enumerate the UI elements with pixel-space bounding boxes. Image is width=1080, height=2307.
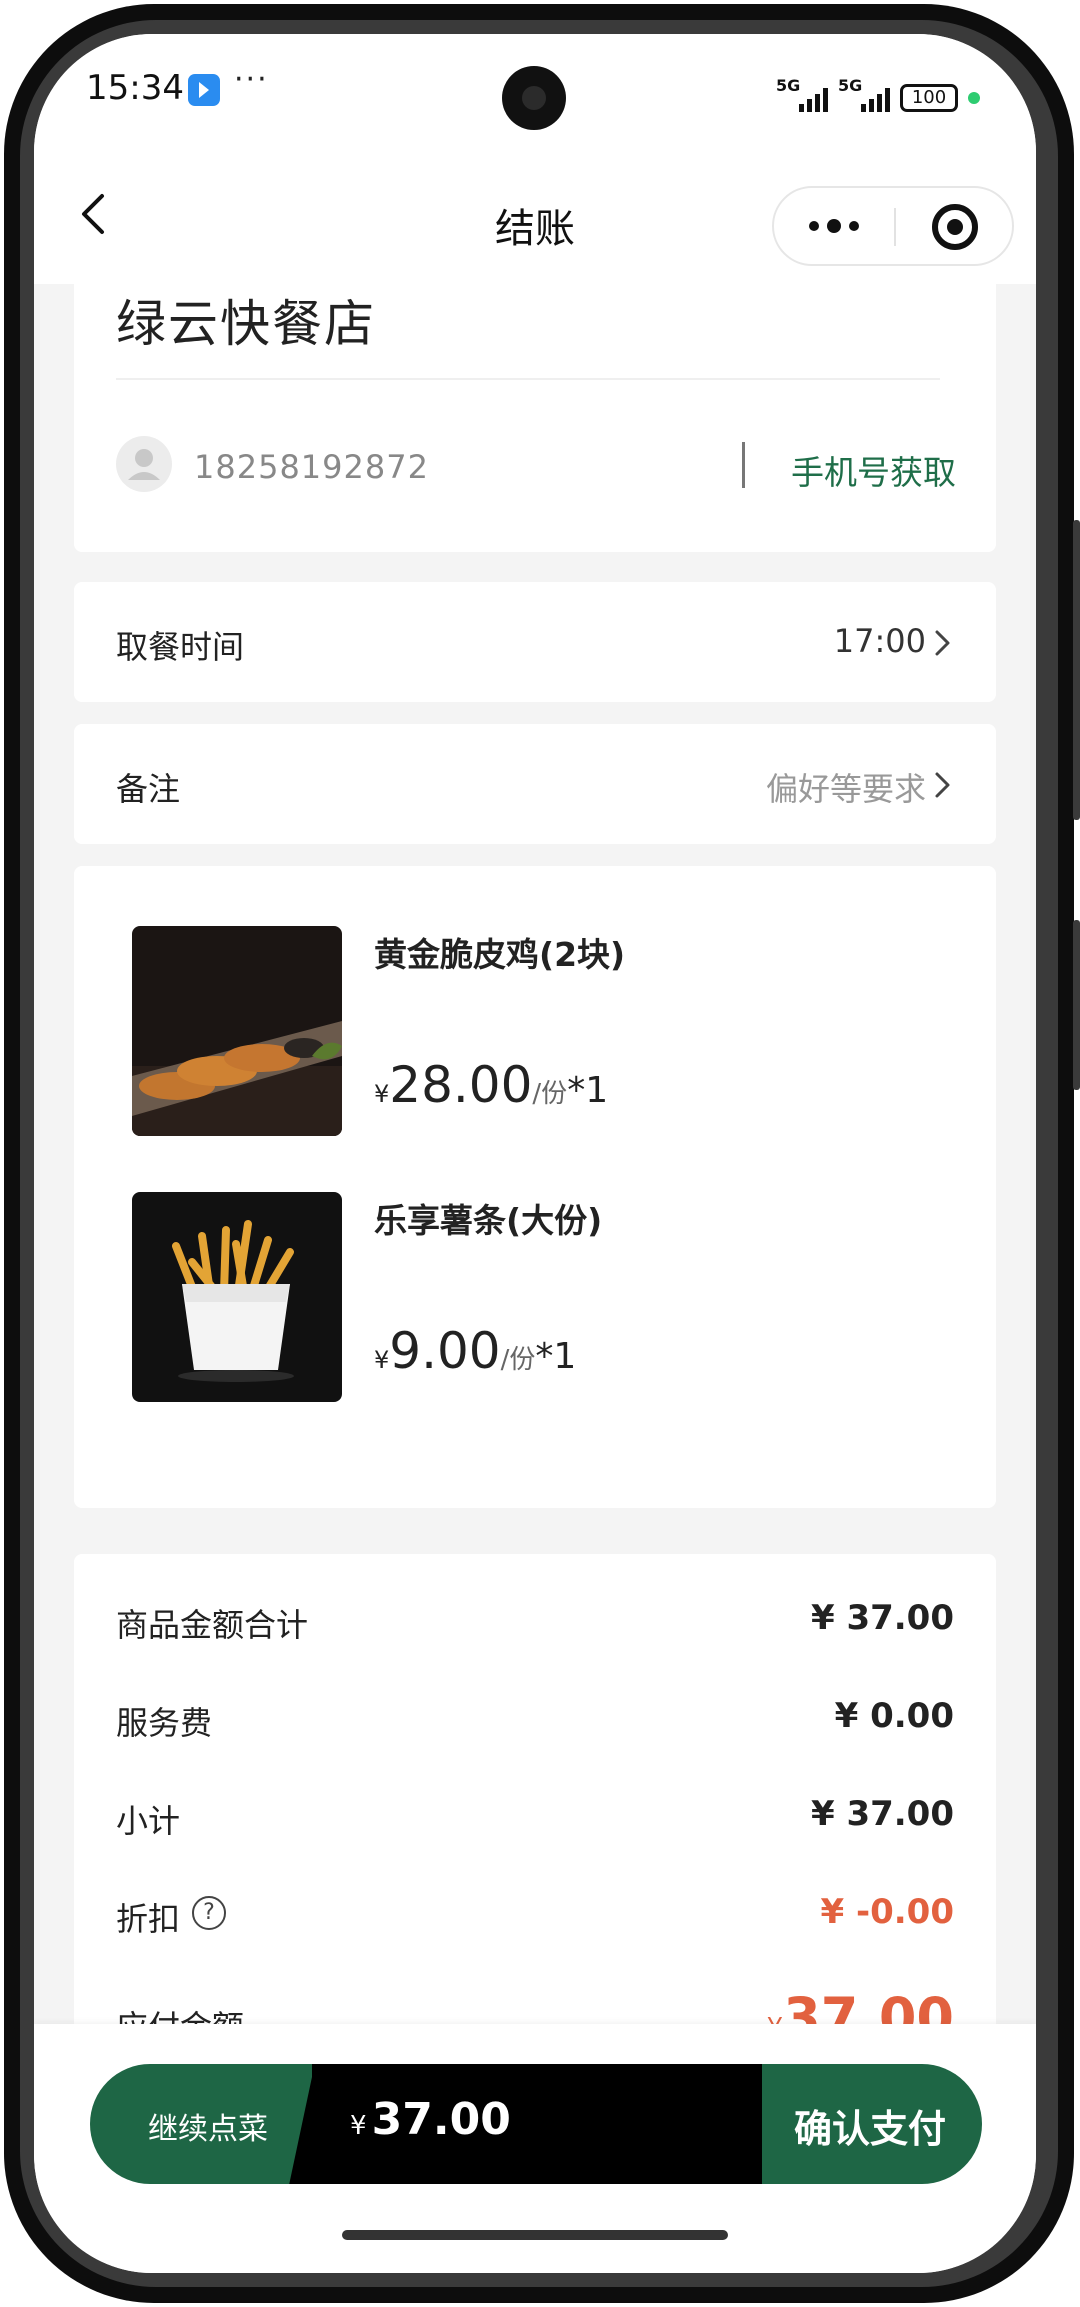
- confirm-payment-button[interactable]: 确认支付: [762, 2064, 982, 2184]
- status-bar: 15:34 ··· 5G 5G 100: [34, 34, 1036, 154]
- mini-program-capsule: [772, 186, 1014, 266]
- price-amount: 9.00: [389, 1322, 501, 1380]
- home-indicator[interactable]: [342, 2230, 728, 2240]
- app-notification-icon: [188, 74, 220, 106]
- pay-bar: 继续点菜 ¥ 37.00 确认支付: [90, 2064, 982, 2184]
- pickup-time-label: 取餐时间: [116, 628, 245, 666]
- status-time: 15:34: [86, 68, 184, 108]
- service-fee-label: 服务费: [116, 1704, 213, 1742]
- nav-bar: 结账: [34, 154, 1036, 284]
- battery-icon: 100: [900, 84, 958, 112]
- discount-row: 折扣 ? ¥ -0.00: [116, 1884, 954, 1944]
- discount-value: ¥ -0.00: [820, 1892, 955, 1932]
- signal-indicators: 5G 5G 100: [776, 72, 980, 112]
- remark-label: 备注: [116, 770, 181, 808]
- confirm-payment-label: 确认支付: [794, 2107, 947, 2151]
- list-item: 乐享薯条(大份) ¥9.00/份*1: [132, 1192, 932, 1402]
- volume-button: [1073, 520, 1080, 820]
- close-mini-program-button[interactable]: [932, 204, 978, 250]
- divider: [742, 442, 745, 488]
- order-total-display: ¥ 37.00: [312, 2064, 762, 2184]
- pickup-time-value: 17:00: [833, 622, 926, 660]
- chevron-right-icon: [935, 630, 950, 656]
- continue-ordering-label: 继续点菜: [148, 2112, 268, 2147]
- remark-placeholder: 偏好等要求: [765, 770, 926, 808]
- shop-name: 绿云快餐店: [116, 295, 376, 353]
- goods-total-label: 商品金额合计: [116, 1606, 309, 1644]
- price-unit: /份: [532, 1079, 568, 1109]
- charging-indicator: [968, 92, 980, 104]
- remark-row[interactable]: 备注 偏好等要求: [74, 724, 996, 844]
- user-avatar-icon: [116, 436, 172, 492]
- price-amount: 28.00: [389, 1056, 533, 1114]
- price-unit: /份: [500, 1345, 536, 1375]
- more-options-button[interactable]: [774, 188, 894, 264]
- price-summary-card: 商品金额合计 ¥ 37.00 服务费 ¥ 0.00 小计 ¥ 37.00 折扣 …: [74, 1554, 996, 2074]
- item-price: ¥9.00/份*1: [374, 1322, 576, 1380]
- help-icon[interactable]: ?: [192, 1896, 226, 1930]
- order-items-card: 黄金脆皮鸡(2块) ¥28.00/份*1 乐享薯条(大份) ¥9.00/份*1: [74, 866, 996, 1508]
- phone-number: 18258192872: [194, 448, 429, 486]
- subtotal-label: 小计: [116, 1802, 181, 1840]
- service-fee-row: 服务费 ¥ 0.00: [116, 1688, 954, 1748]
- fried-chicken-image: [132, 926, 342, 1136]
- goods-total-row: 商品金额合计 ¥ 37.00: [116, 1590, 954, 1650]
- item-name: 乐享薯条(大份): [374, 1201, 603, 1240]
- power-button: [1073, 920, 1080, 1090]
- network-type-label: 5G: [838, 76, 863, 95]
- item-name: 黄金脆皮鸡(2块): [374, 935, 626, 974]
- item-quantity: *1: [567, 1070, 609, 1111]
- subtotal-row: 小计 ¥ 37.00: [116, 1786, 954, 1846]
- item-price: ¥28.00/份*1: [374, 1056, 608, 1114]
- currency-symbol: ¥: [350, 2111, 367, 2141]
- list-item: 黄金脆皮鸡(2块) ¥28.00/份*1: [132, 926, 932, 1136]
- service-fee-value: ¥ 0.00: [834, 1696, 954, 1736]
- screen: 15:34 ··· 5G 5G 100 结账 绿云快餐店 18258192872…: [34, 34, 1036, 2273]
- more-notifications-indicator: ···: [234, 62, 269, 97]
- signal-5g-icon: 5G: [838, 76, 890, 112]
- chevron-right-icon: [935, 772, 950, 798]
- capsule-divider: [894, 208, 896, 246]
- checkout-bar: 继续点菜 ¥ 37.00 确认支付: [34, 2024, 1036, 2273]
- front-camera: [502, 66, 566, 130]
- order-total: ¥ 37.00: [350, 2094, 511, 2145]
- continue-ordering-button[interactable]: 继续点菜: [90, 2064, 326, 2184]
- network-type-label: 5G: [776, 76, 801, 95]
- subtotal-value: ¥ 37.00: [810, 1794, 954, 1834]
- item-quantity: *1: [535, 1336, 577, 1377]
- divider: [116, 378, 940, 380]
- total-amount: 37.00: [371, 2094, 511, 2145]
- pickup-time-row[interactable]: 取餐时间 17:00: [74, 582, 996, 702]
- shop-info-card: 绿云快餐店 18258192872 手机号获取: [74, 284, 996, 552]
- currency-symbol: ¥: [374, 1080, 390, 1108]
- currency-symbol: ¥: [374, 1346, 390, 1374]
- french-fries-image: [132, 1192, 342, 1402]
- signal-5g-icon: 5G: [776, 76, 828, 112]
- get-phone-number-button[interactable]: 手机号获取: [791, 446, 956, 494]
- device-frame: 15:34 ··· 5G 5G 100 结账 绿云快餐店 18258192872…: [0, 0, 1080, 2307]
- discount-label: 折扣: [116, 1900, 181, 1938]
- goods-total-value: ¥ 37.00: [810, 1598, 954, 1638]
